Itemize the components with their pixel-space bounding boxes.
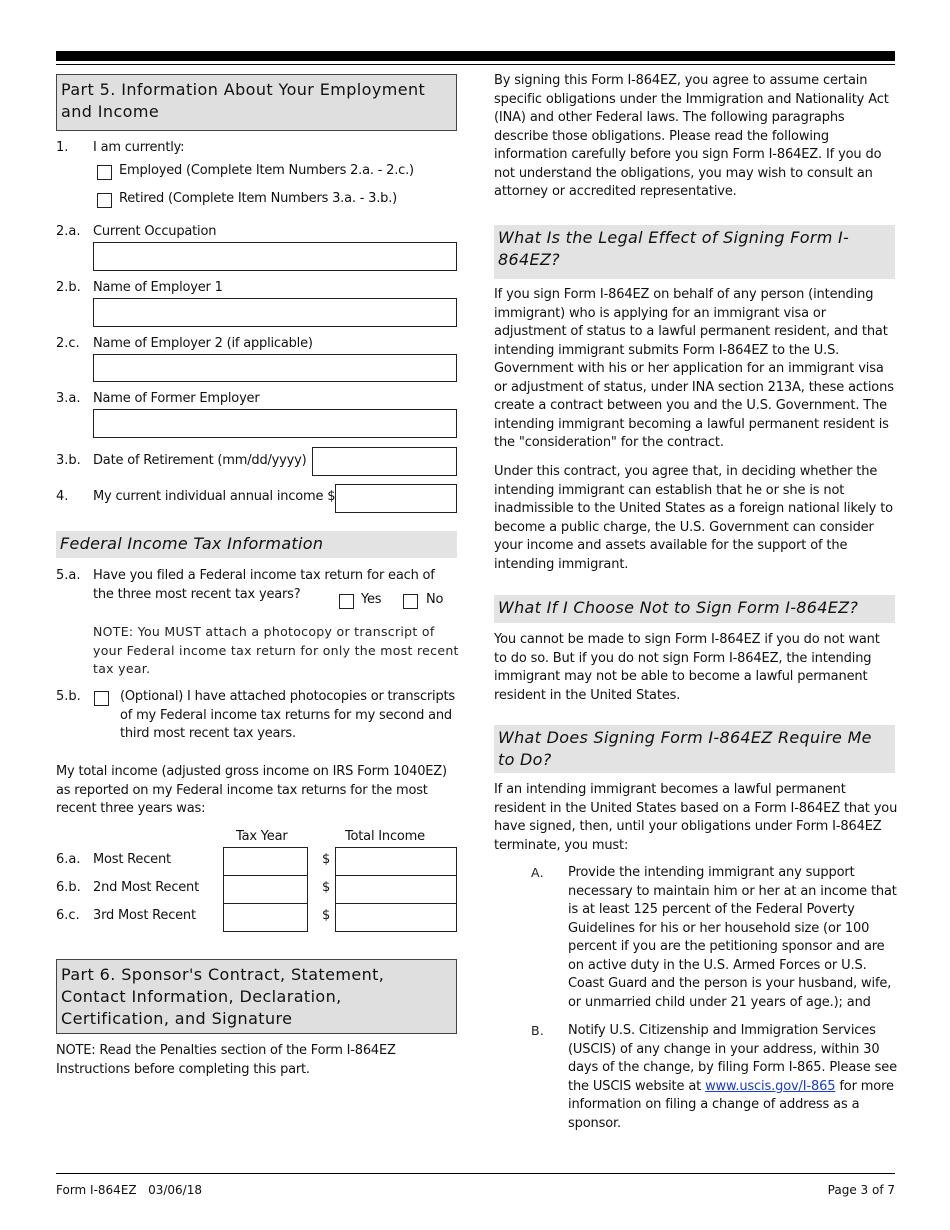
item5b-label: (Optional) I have attached photocopies o… — [120, 689, 455, 741]
retirement-date-field[interactable] — [312, 447, 457, 476]
top-thin-rule — [56, 64, 895, 65]
item6a-label: Most Recent — [93, 852, 171, 867]
total-income-intro: My total income (adjusted gross income o… — [56, 764, 447, 816]
item6c-number: 6.c. — [56, 908, 80, 923]
tax-year-most-recent-field[interactable] — [223, 847, 308, 876]
annual-income-field[interactable] — [335, 484, 457, 513]
employer2-label: Name of Employer 2 (if applicable) — [93, 336, 313, 351]
dollar-sign: $ — [322, 908, 331, 923]
filed-yes-checkbox[interactable] — [339, 594, 354, 609]
top-thick-rule — [56, 51, 895, 61]
obligation-b-text: Notify U.S. Citizenship and Immigration … — [568, 1022, 898, 1133]
item2b-number: 2.b. — [56, 280, 81, 295]
choose-not-sign-header: What If I Choose Not to Sign Form I-864E… — [494, 595, 895, 623]
dollar-sign: $ — [322, 852, 331, 867]
filed-no-checkbox[interactable] — [403, 594, 418, 609]
item3a-number: 3.a. — [56, 391, 81, 406]
tax-year-3rd-recent-field[interactable] — [223, 903, 308, 932]
annual-income-label: My current individual annual income $ — [93, 489, 336, 504]
employer1-label: Name of Employer 1 — [93, 280, 223, 295]
optional-attached-checkbox[interactable] — [94, 691, 109, 706]
require-me-header: What Does Signing Form I-864EZ Require M… — [494, 725, 895, 773]
item2c-number: 2.c. — [56, 336, 80, 351]
item6b-number: 6.b. — [56, 880, 81, 895]
tax-year-2nd-recent-field[interactable] — [223, 875, 308, 904]
item3b-number: 3.b. — [56, 453, 81, 468]
uscis-i865-link[interactable]: www.uscis.gov/I-865 — [705, 1079, 835, 1094]
federal-tax-header: Federal Income Tax Information — [56, 531, 457, 558]
filed-yes-label: Yes — [361, 592, 382, 607]
footer-page-number: Page 3 of 7 — [827, 1183, 895, 1197]
former-employer-field[interactable] — [93, 409, 457, 438]
choose-not-sign-paragraph: You cannot be made to sign Form I-864EZ … — [494, 632, 880, 703]
income-2nd-recent-field[interactable] — [335, 875, 457, 904]
item5b-number: 5.b. — [56, 689, 81, 704]
current-occupation-label: Current Occupation — [93, 224, 217, 239]
part6-header: Part 6. Sponsor's Contract, Statement, C… — [56, 959, 457, 1034]
tax-year-column-header: Tax Year — [236, 829, 288, 844]
attach-note: NOTE: You MUST attach a photocopy or tra… — [93, 624, 459, 676]
item5a-number: 5.a. — [56, 568, 81, 583]
item1-label: I am currently: — [93, 140, 185, 155]
item4-number: 4. — [56, 489, 69, 504]
part6-note: NOTE: Read the Penalties section of the … — [56, 1043, 396, 1077]
require-me-paragraph: If an intending immigrant becomes a lawf… — [494, 782, 898, 853]
retired-checkbox[interactable] — [97, 193, 112, 208]
retired-label: Retired (Complete Item Numbers 3.a. - 3.… — [119, 191, 398, 206]
obligation-a-letter: A. — [531, 865, 544, 880]
item6a-number: 6.a. — [56, 852, 81, 867]
item1-number: 1. — [56, 140, 69, 155]
obligation-b-letter: B. — [531, 1023, 545, 1038]
footer-form-id: Form I-864EZ 03/06/18 — [56, 1183, 202, 1197]
item6c-label: 3rd Most Recent — [93, 908, 196, 923]
employed-label: Employed (Complete Item Numbers 2.a. - 2… — [119, 163, 414, 178]
income-3rd-recent-field[interactable] — [335, 903, 457, 932]
employed-checkbox[interactable] — [97, 165, 112, 180]
item6b-label: 2nd Most Recent — [93, 880, 199, 895]
former-employer-label: Name of Former Employer — [93, 391, 260, 406]
intro-paragraph: By signing this Form I-864EZ, you agree … — [494, 73, 889, 199]
footer-rule — [56, 1173, 895, 1174]
employer2-field[interactable] — [93, 354, 457, 382]
item2a-number: 2.a. — [56, 224, 81, 239]
legal-effect-header: What Is the Legal Effect of Signing Form… — [494, 225, 895, 279]
current-occupation-field[interactable] — [93, 242, 457, 271]
filed-no-label: No — [426, 592, 444, 607]
retirement-date-label: Date of Retirement (mm/dd/yyyy) — [93, 453, 307, 468]
legal-effect-paragraph-2: Under this contract, you agree that, in … — [494, 464, 893, 572]
legal-effect-paragraph-1: If you sign Form I-864EZ on behalf of an… — [494, 287, 894, 450]
part5-header: Part 5. Information About Your Employmen… — [56, 74, 457, 131]
dollar-sign: $ — [322, 880, 331, 895]
total-income-column-header: Total Income — [345, 829, 425, 844]
income-most-recent-field[interactable] — [335, 847, 457, 876]
employer1-field[interactable] — [93, 298, 457, 327]
obligation-a-text: Provide the intending immigrant any supp… — [568, 865, 897, 1010]
